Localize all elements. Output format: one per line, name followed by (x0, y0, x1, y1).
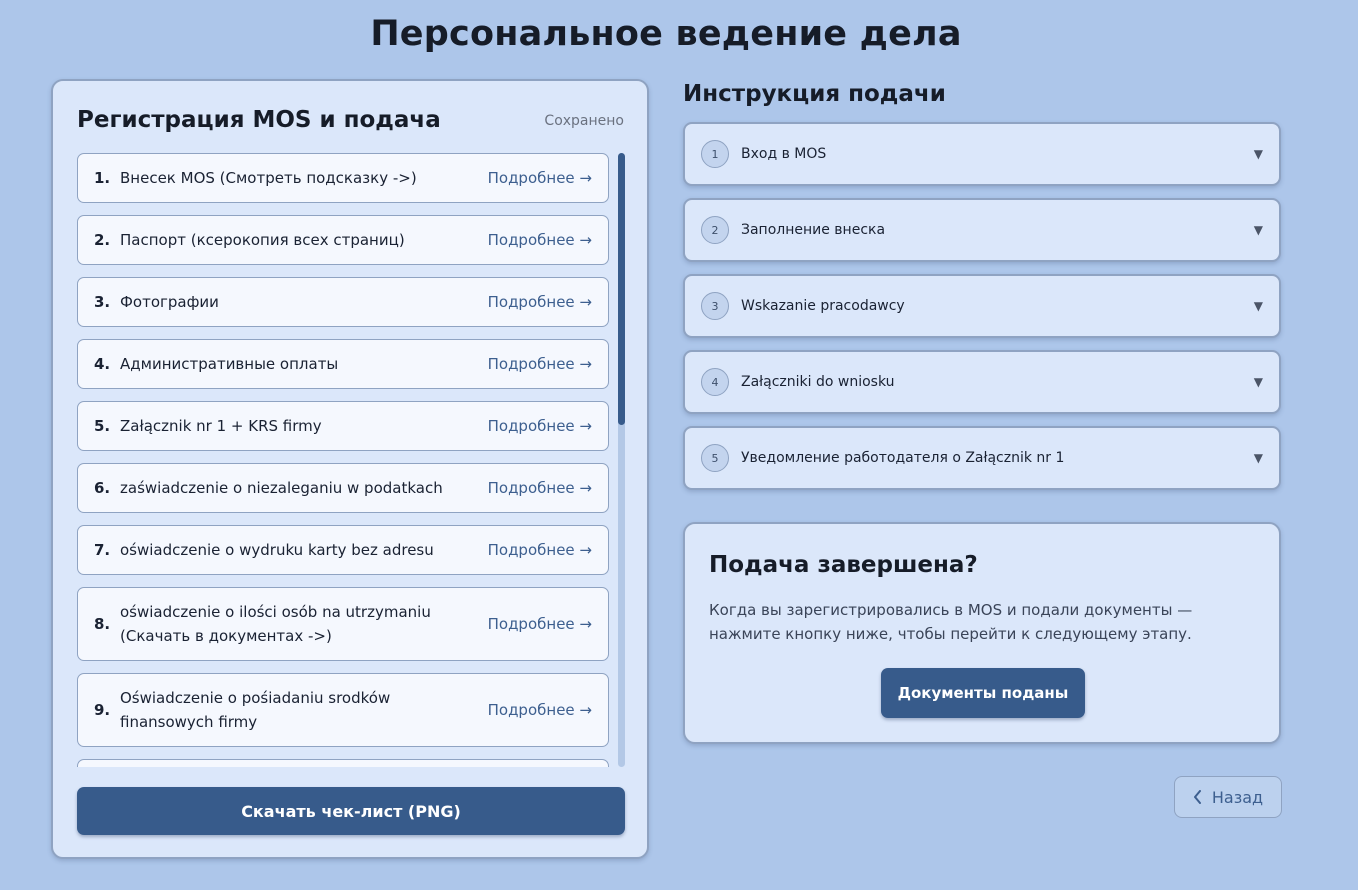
step-label: Załączniki do wniosku (741, 374, 895, 390)
back-label: Назад (1211, 787, 1264, 807)
accordion-step[interactable]: 1 Вход в MOS ▼ (683, 122, 1281, 186)
item-text: Внесек MOS (Смотреть подсказку ->) (120, 169, 417, 187)
checklist-item-partial[interactable] (77, 759, 609, 767)
chevron-down-icon[interactable]: ▼ (1254, 299, 1263, 313)
step-label: Wskazanie pracodawcy (741, 298, 905, 314)
item-number: 5. (94, 417, 111, 435)
step-label: Уведомление работодателя о Załącznik nr … (741, 450, 1065, 466)
chevron-down-icon[interactable]: ▼ (1254, 375, 1263, 389)
checklist-item[interactable]: 2. Паспорт (ксерокопия всех страниц) Под… (77, 215, 609, 265)
checklist-item[interactable]: 8. oświadczenie o ilości osób na utrzyma… (77, 587, 609, 661)
checklist-title: Регистрация MOS и подача (77, 107, 441, 133)
step-label: Заполнение внеска (741, 222, 886, 238)
checklist-item[interactable]: 7. oświadczenie o wydruku karty bez adre… (77, 525, 609, 575)
item-text: oświadczenie o wydruku karty bez adresu (120, 541, 434, 559)
checklist: 1. Внесек MOS (Смотреть подсказку ->) По… (77, 153, 609, 767)
item-number: 6. (94, 479, 111, 497)
item-text: Административные оплаты (120, 355, 339, 373)
instructions-title: Инструкция подачи (683, 81, 946, 107)
item-text: Фотографии (120, 293, 219, 311)
item-text: Oświadczenie o pośiadaniu srodków finans… (120, 689, 391, 731)
details-link[interactable]: Подробнее → (488, 417, 592, 435)
checklist-item[interactable]: 4. Административные оплаты Подробнее → (77, 339, 609, 389)
step-number-badge: 1 (701, 140, 729, 168)
details-link[interactable]: Подробнее → (488, 615, 592, 633)
item-number: 2. (94, 231, 111, 249)
checklist-item[interactable]: 5. Załącznik nr 1 + KRS firmy Подробнее … (77, 401, 609, 451)
details-link[interactable]: Подробнее → (488, 169, 592, 187)
page-title: Персональное ведение дела (370, 14, 962, 54)
back-button[interactable]: Назад (1174, 776, 1282, 818)
documents-submitted-button[interactable]: Документы поданы (881, 668, 1085, 718)
details-link[interactable]: Подробнее → (488, 541, 592, 559)
checklist-card: Регистрация MOS и подача Сохранено 1. Вн… (51, 79, 649, 859)
saved-status: Сохранено (544, 113, 624, 129)
checklist-item[interactable]: 3. Фотографии Подробнее → (77, 277, 609, 327)
chevron-down-icon[interactable]: ▼ (1254, 223, 1263, 237)
completion-title: Подача завершена? (709, 552, 978, 578)
checklist-item[interactable]: 6. zaświadczenie o niezaleganiu w podatk… (77, 463, 609, 513)
accordion-step[interactable]: 5 Уведомление работодателя о Załącznik n… (683, 426, 1281, 490)
accordion-step[interactable]: 3 Wskazanie pracodawcy ▼ (683, 274, 1281, 338)
chevron-left-icon (1193, 790, 1201, 804)
accordion-step[interactable]: 2 Заполнение внеска ▼ (683, 198, 1281, 262)
item-text: oświadczenie o ilości osób na utrzymaniu… (120, 603, 431, 645)
step-number-badge: 2 (701, 216, 729, 244)
step-number-badge: 5 (701, 444, 729, 472)
scrollbar-thumb[interactable] (618, 153, 625, 425)
completion-text: Когда вы зарегистрировались в MOS и пода… (709, 601, 1193, 643)
step-number-badge: 3 (701, 292, 729, 320)
step-label: Вход в MOS (741, 146, 827, 162)
item-number: 4. (94, 355, 111, 373)
completion-card: Подача завершена? Когда вы зарегистриров… (683, 522, 1281, 744)
item-number: 8. (94, 615, 111, 633)
details-link[interactable]: Подробнее → (488, 231, 592, 249)
accordion-step[interactable]: 4 Załączniki do wniosku ▼ (683, 350, 1281, 414)
instructions-accordion: 1 Вход в MOS ▼ 2 Заполнение внеска ▼ 3 W… (683, 122, 1281, 502)
details-link[interactable]: Подробнее → (488, 293, 592, 311)
details-link[interactable]: Подробнее → (488, 701, 592, 719)
item-number: 9. (94, 701, 111, 719)
checklist-item[interactable]: 9. Oświadczenie o pośiadaniu srodków fin… (77, 673, 609, 747)
item-number: 1. (94, 169, 111, 187)
item-number: 3. (94, 293, 111, 311)
details-link[interactable]: Подробнее → (488, 479, 592, 497)
details-link[interactable]: Подробнее → (488, 355, 592, 373)
checklist-scroll-area[interactable]: 1. Внесек MOS (Смотреть подсказку ->) По… (77, 153, 629, 767)
step-number-badge: 4 (701, 368, 729, 396)
checklist-item[interactable]: 1. Внесек MOS (Смотреть подсказку ->) По… (77, 153, 609, 203)
item-text: Załącznik nr 1 + KRS firmy (120, 417, 322, 435)
chevron-down-icon[interactable]: ▼ (1254, 147, 1263, 161)
download-checklist-button[interactable]: Скачать чек-лист (PNG) (77, 787, 625, 835)
item-text: Паспорт (ксерокопия всех страниц) (120, 231, 405, 249)
item-number: 7. (94, 541, 111, 559)
chevron-down-icon[interactable]: ▼ (1254, 451, 1263, 465)
item-text: zaświadczenie o niezaleganiu w podatkach (120, 479, 443, 497)
